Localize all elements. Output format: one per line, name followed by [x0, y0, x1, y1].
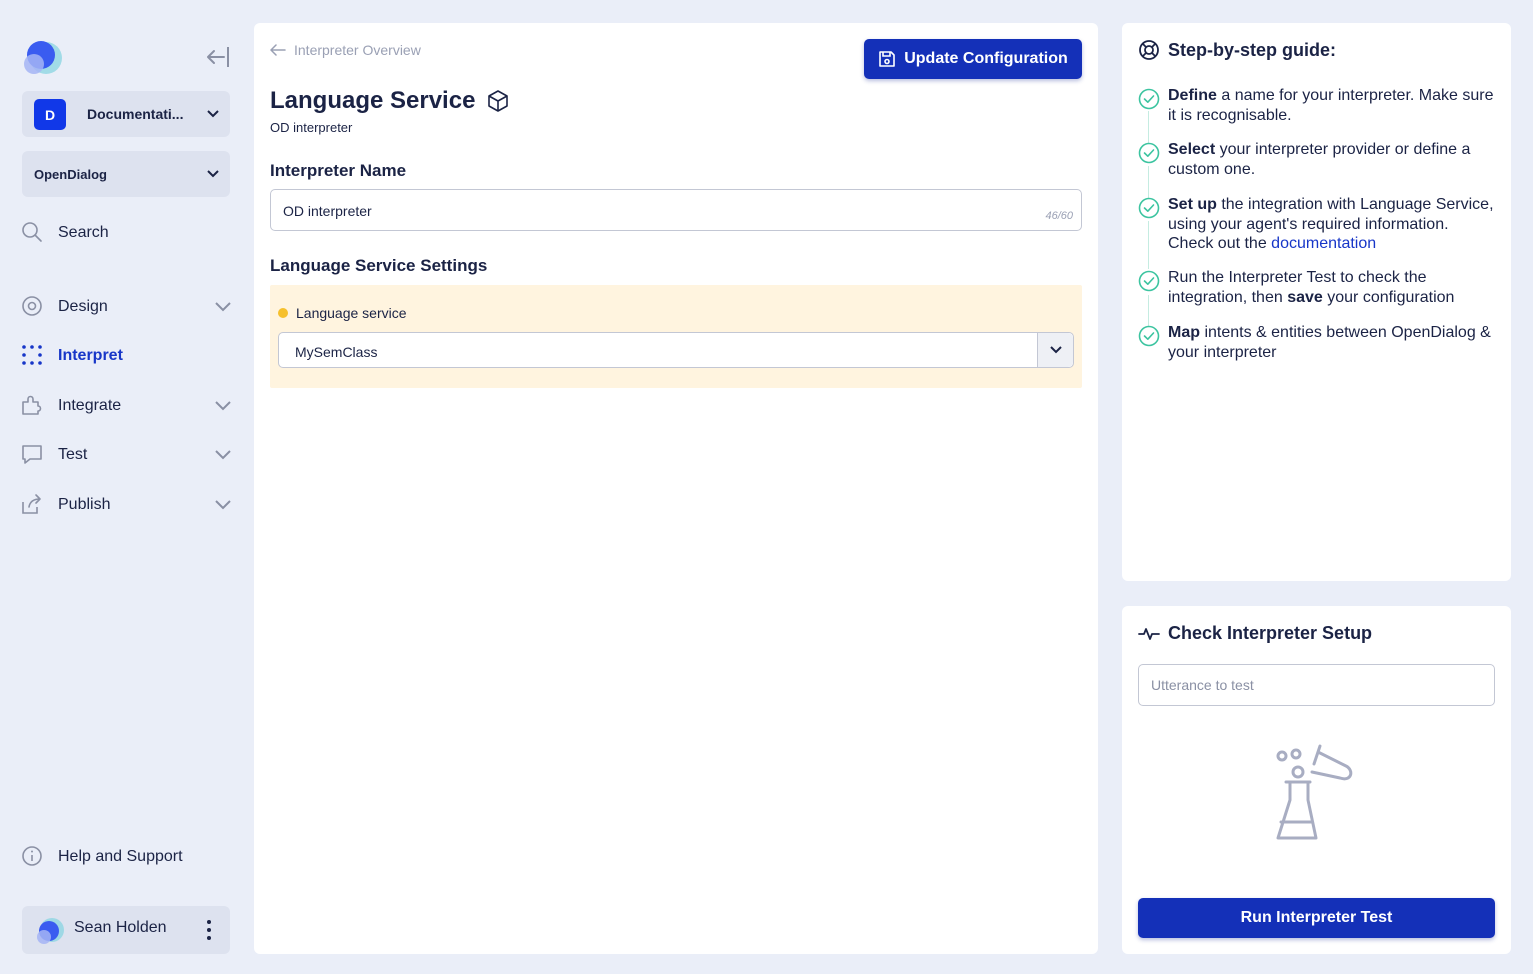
project-selector[interactable]: OpenDialog: [22, 151, 230, 197]
run-interpreter-test-button[interactable]: Run Interpreter Test: [1138, 898, 1495, 938]
cube-icon: [488, 90, 509, 112]
chevron-down-icon: [215, 450, 231, 460]
sidebar-item-label: Search: [58, 224, 109, 241]
character-counter: 46/60: [1045, 210, 1073, 222]
documentation-link[interactable]: documentation: [1271, 235, 1376, 252]
sidebar-item-design[interactable]: Design: [20, 292, 234, 322]
guide-step-text: Map intents & entities between OpenDialo…: [1168, 324, 1491, 361]
step-connector: [1148, 221, 1149, 269]
sidebar-item-label: Design: [58, 298, 108, 315]
step-guide-panel: Step-by-step guide: Define a name for yo…: [1122, 23, 1511, 581]
check-setup-title-text: Check Interpreter Setup: [1168, 623, 1373, 643]
back-link-label: Interpreter Overview: [294, 42, 421, 58]
workspace-selector[interactable]: D Documentati...: [22, 91, 230, 137]
update-configuration-button[interactable]: Update Configuration: [864, 39, 1082, 79]
page-title: Language Service: [270, 87, 509, 115]
sidebar-item-interpret[interactable]: Interpret: [20, 341, 234, 371]
check-circle-icon: [1138, 325, 1160, 347]
utterance-input[interactable]: [1138, 664, 1495, 706]
user-menu[interactable]: Sean Holden: [22, 906, 230, 954]
sidebar-item-label: Integrate: [58, 397, 122, 414]
step-connector: [1148, 295, 1149, 327]
chevron-down-icon: [215, 302, 231, 312]
more-vertical-icon[interactable]: [204, 918, 214, 942]
check-setup-panel: Check Interpreter Setup Run Interpreter …: [1122, 606, 1511, 954]
sidebar: D Documentati... OpenDialog Search Desig…: [0, 0, 254, 974]
settings-section-label: Language Service Settings: [270, 256, 488, 275]
collapse-sidebar-icon[interactable]: [204, 44, 232, 70]
sidebar-item-test[interactable]: Test: [20, 440, 234, 470]
check-circle-icon: [1138, 197, 1160, 219]
avatar: [37, 918, 64, 944]
guide-step-text: Run the Interpreter Test to check the in…: [1168, 269, 1455, 306]
page-subtitle: OD interpreter: [270, 120, 353, 135]
guide-title: Step-by-step guide:: [1138, 39, 1336, 61]
arrow-left-icon: [270, 44, 286, 56]
share-icon: [22, 494, 41, 514]
interpret-icon: [22, 345, 42, 365]
step-connector: [1148, 166, 1149, 198]
user-name: Sean Holden: [74, 919, 167, 936]
check-circle-icon: [1138, 270, 1160, 292]
sidebar-item-help[interactable]: Help and Support: [20, 842, 234, 872]
interpreter-name-value: OD interpreter: [283, 203, 372, 219]
chevron-down-icon: [215, 500, 231, 510]
warning-status-dot: [278, 308, 288, 318]
lifebuoy-icon: [1139, 40, 1159, 60]
check-circle-icon: [1138, 142, 1160, 164]
save-icon: [879, 51, 896, 67]
interpreter-name-label: Interpreter Name: [270, 161, 407, 180]
chevron-down-icon: [1049, 346, 1062, 354]
sidebar-item-label: Interpret: [58, 347, 123, 364]
sidebar-item-publish[interactable]: Publish: [20, 490, 234, 520]
sidebar-item-search[interactable]: Search: [20, 218, 234, 248]
check-circle-icon: [1138, 88, 1160, 110]
guide-step-text: Define a name for your interpreter. Make…: [1168, 87, 1494, 124]
page-title-text: Language Service: [270, 87, 476, 114]
guide-step-text: Set up the integration with Language Ser…: [1168, 196, 1494, 252]
workspace-badge: D: [34, 99, 66, 130]
sidebar-item-label: Help and Support: [58, 848, 183, 865]
select-arrow[interactable]: [1037, 333, 1073, 367]
interpreter-name-field[interactable]: OD interpreter 46/60: [270, 189, 1082, 231]
back-link[interactable]: Interpreter Overview: [270, 42, 421, 58]
chevron-down-icon: [207, 170, 219, 178]
sidebar-item-integrate[interactable]: Integrate: [20, 391, 234, 421]
project-label: OpenDialog: [34, 167, 107, 182]
sidebar-item-label: Test: [58, 446, 88, 463]
language-service-label: Language service: [296, 305, 407, 321]
sidebar-item-label: Publish: [58, 496, 111, 513]
language-service-value: MySemClass: [295, 344, 378, 360]
activity-icon: [1138, 627, 1160, 640]
language-service-select[interactable]: MySemClass: [278, 332, 1074, 368]
design-icon: [22, 296, 42, 316]
language-service-settings: Language service MySemClass: [270, 285, 1082, 388]
chat-bubble-icon: [22, 445, 42, 464]
main-panel: Interpreter Overview Update Configuratio…: [254, 23, 1098, 954]
guide-title-text: Step-by-step guide:: [1168, 39, 1337, 60]
chevron-down-icon: [207, 110, 219, 118]
workspace-label: Documentati...: [87, 106, 184, 122]
puzzle-icon: [22, 395, 42, 415]
info-icon: [22, 846, 42, 866]
flask-illustration-icon: [1276, 744, 1353, 840]
update-configuration-label: Update Configuration: [904, 50, 1068, 67]
chevron-down-icon: [215, 401, 231, 411]
search-icon: [22, 222, 42, 242]
opendialog-logo: [24, 41, 62, 74]
check-setup-title: Check Interpreter Setup: [1138, 623, 1372, 644]
step-connector: [1148, 111, 1149, 143]
guide-step-text: Select your interpreter provider or defi…: [1168, 141, 1471, 178]
